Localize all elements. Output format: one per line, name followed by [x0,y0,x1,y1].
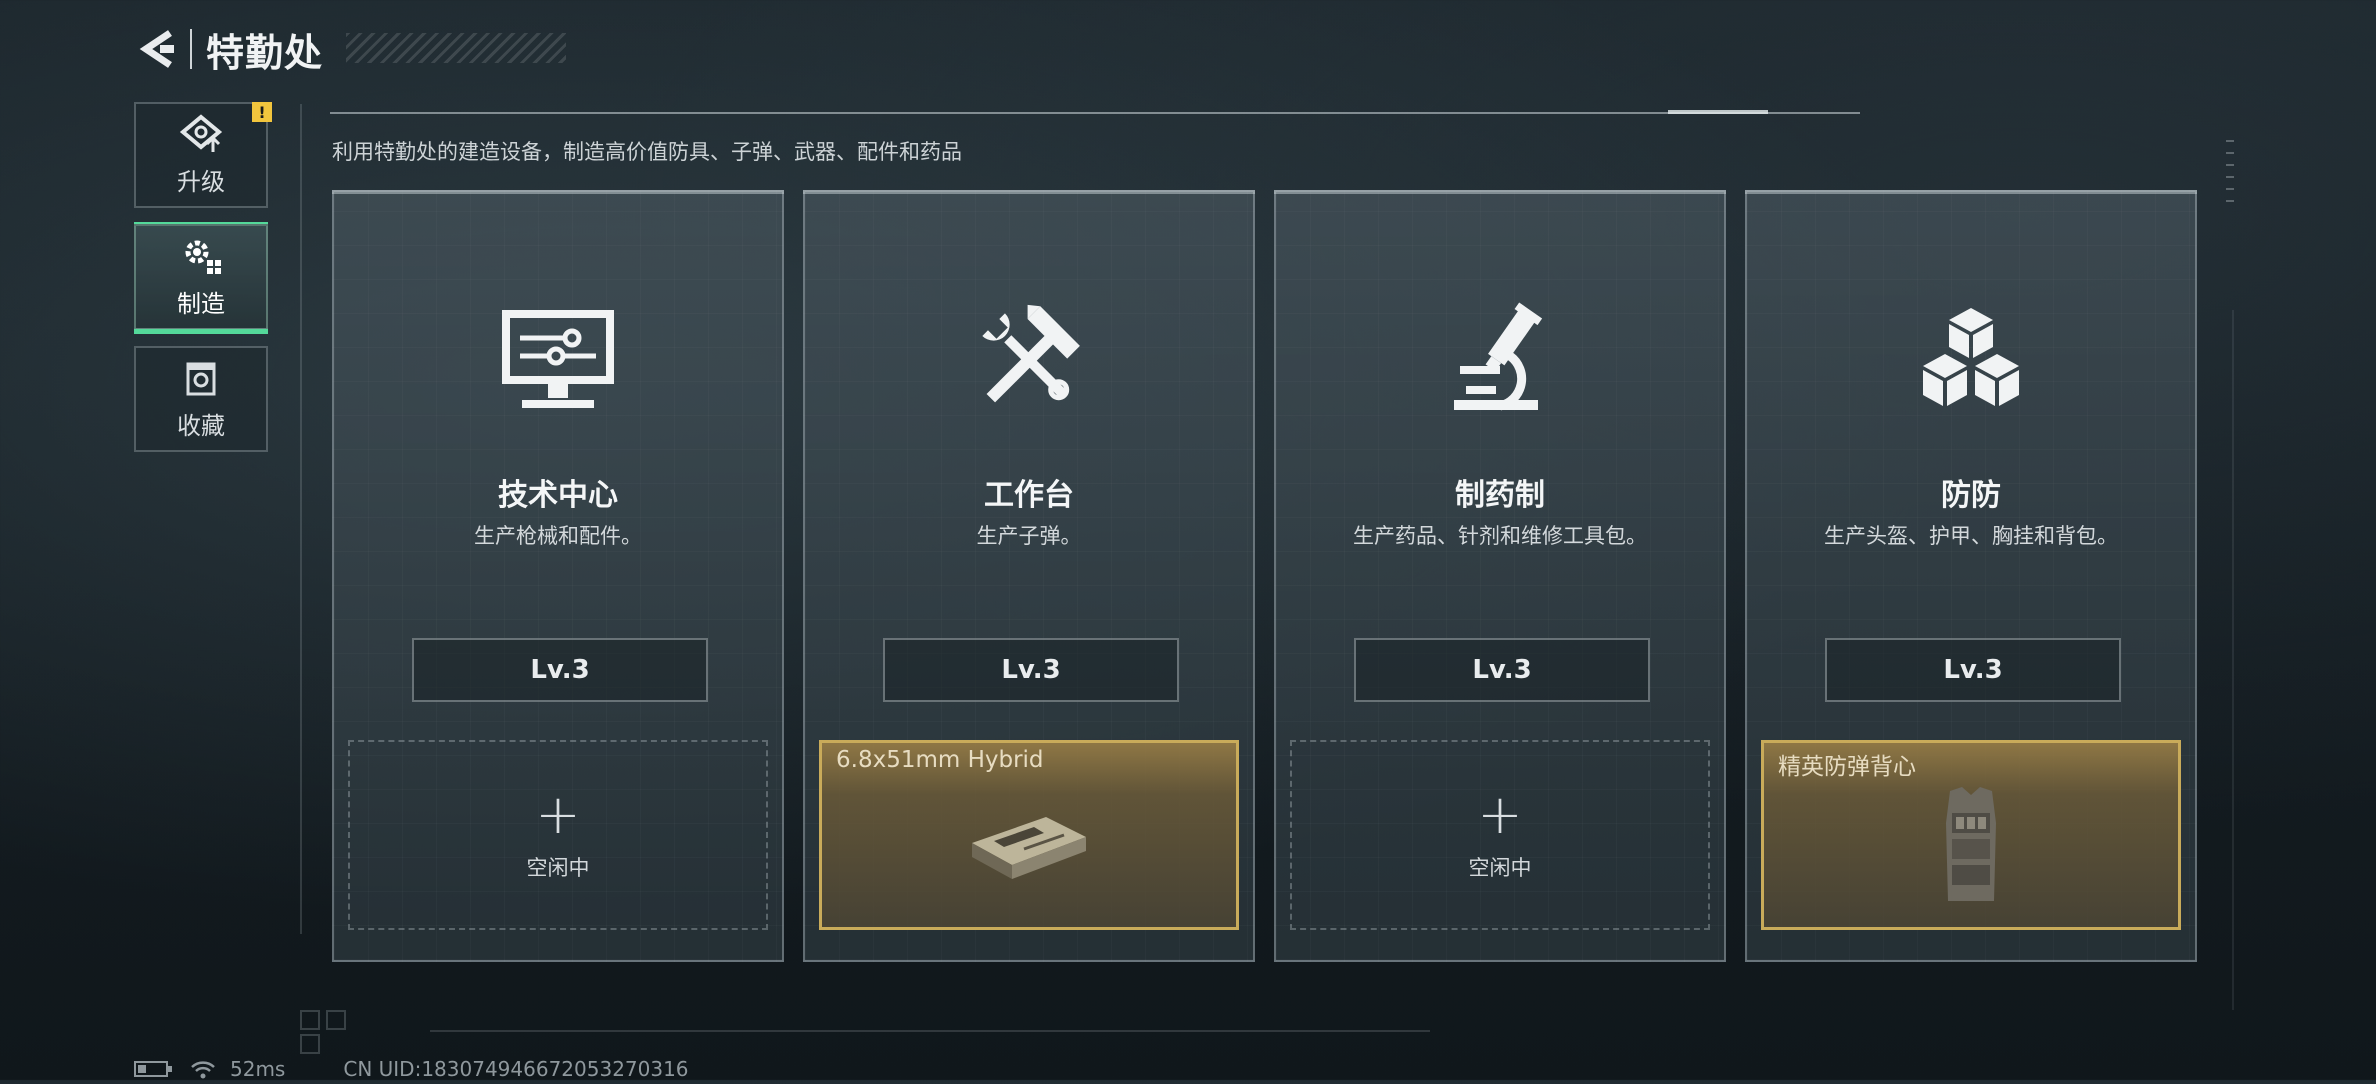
upgrade-icon [179,113,223,152]
production-slot-active[interactable]: 6.8x51mm Hybrid [819,740,1239,930]
facility-description: 生产药品、针剂和维修工具包。 [1353,524,1647,548]
sidebar-item-label: 制造 [177,289,225,318]
card-top-edge [332,190,784,194]
back-button[interactable] [134,24,178,74]
production-slot-active[interactable]: 精英防弹背心 [1761,740,2181,930]
facility-level: Lv.3 [412,638,708,702]
facility-card-tech-center[interactable]: 技术中心 生产枪械和配件。 Lv.3 + 空闲中 [332,190,784,962]
bottom-decoration [300,1010,372,1054]
page-title: 特勤处 [206,30,324,75]
sidebar-item-craft[interactable]: 制造 [134,222,268,334]
facility-card-armor[interactable]: 防防 生产头盔、护甲、胸挂和背包。 Lv.3 精英防弹背心 [1745,190,2197,962]
plus-icon: + [535,783,581,846]
facility-name: 防防 [1941,478,2001,513]
top-divider-accent [1668,110,1768,114]
active-indicator [134,329,268,334]
monitor-icon [502,310,614,408]
back-arrow-icon [139,30,174,68]
ping-value: 52ms [230,1057,286,1081]
production-slot-empty[interactable]: + 空闲中 [348,740,768,930]
gear-icon [185,240,221,274]
facility-level: Lv.3 [1825,638,2121,702]
facility-description: 生产枪械和配件。 [474,524,642,548]
slot-status: 空闲中 [1468,856,1532,880]
page-subtitle: 利用特勤处的建造设备，制造高价值防具、子弹、武器、配件和药品 [332,140,962,164]
facility-level: Lv.3 [883,638,1179,702]
collection-icon [186,362,216,395]
wifi-icon [191,1061,215,1079]
sidebar-item-collection[interactable]: 收藏 [134,346,268,452]
right-divider [2232,310,2234,1010]
sidebar-item-label: 升级 [177,167,225,196]
header: 特勤处 [134,24,324,75]
facility-level: Lv.3 [1354,638,1650,702]
title-divider [190,29,192,69]
nav-divider [300,104,302,934]
card-top-edge [803,190,1255,194]
microscope-icon [1454,302,1543,411]
top-divider [330,112,1860,114]
ammo-box-icon [972,817,1086,879]
hammer-wrench-icon [982,304,1080,403]
cubes-icon [1923,308,2019,406]
plus-icon: + [1477,783,1523,846]
facility-description: 生产头盔、护甲、胸挂和背包。 [1824,524,2118,548]
card-top-edge [1274,190,1726,194]
title-decoration [346,33,566,63]
facility-name: 制药制 [1455,478,1545,513]
facility-description: 生产子弹。 [976,524,1082,548]
warning-badge: ! [252,102,272,122]
produced-item-name: 精英防弹背心 [1778,754,1916,780]
facility-name: 技术中心 [498,478,618,513]
card-top-edge [1745,190,2197,194]
user-uid: CN UID:1830749466720532703​16 [343,1057,689,1081]
right-ticks [2226,140,2238,300]
body-armor-icon [1946,787,1996,901]
produced-item-name: 6.8x51mm Hybrid [836,747,1044,773]
sidebar-item-upgrade[interactable]: ! 升级 [134,102,272,208]
facility-name: 工作台 [984,478,1074,513]
active-indicator-top [134,222,268,224]
battery-icon [134,1061,172,1077]
facility-card-pharmacy[interactable]: 制药制 生产药品、针剂和维修工具包。 Lv.3 + 空闲中 [1274,190,1726,962]
bottom-divider [430,1030,1430,1032]
sidebar-item-label: 收藏 [177,411,225,440]
production-slot-empty[interactable]: + 空闲中 [1290,740,1710,930]
facility-card-workbench[interactable]: 工作台 生产子弹。 Lv.3 6.8x51mm Hybrid [803,190,1255,962]
slot-status: 空闲中 [526,856,590,880]
